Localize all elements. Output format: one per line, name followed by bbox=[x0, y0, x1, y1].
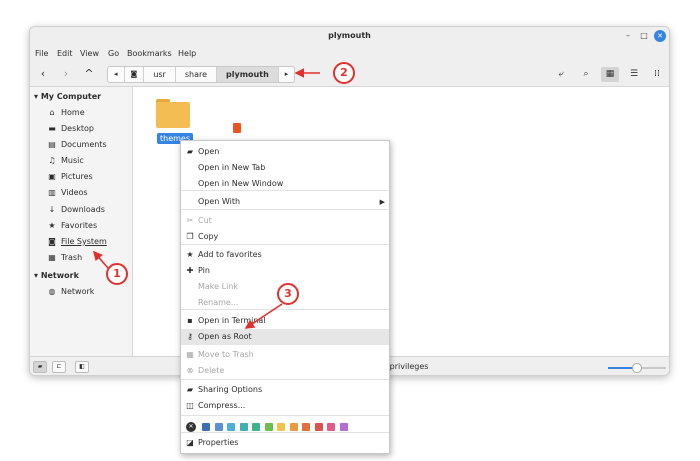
arrow-to-file-system bbox=[92, 250, 109, 269]
callout-3: 3 bbox=[277, 283, 299, 305]
arrow-to-open-as-root bbox=[244, 303, 283, 329]
callout-1: 1 bbox=[106, 263, 128, 285]
callout-2: 2 bbox=[333, 62, 355, 84]
